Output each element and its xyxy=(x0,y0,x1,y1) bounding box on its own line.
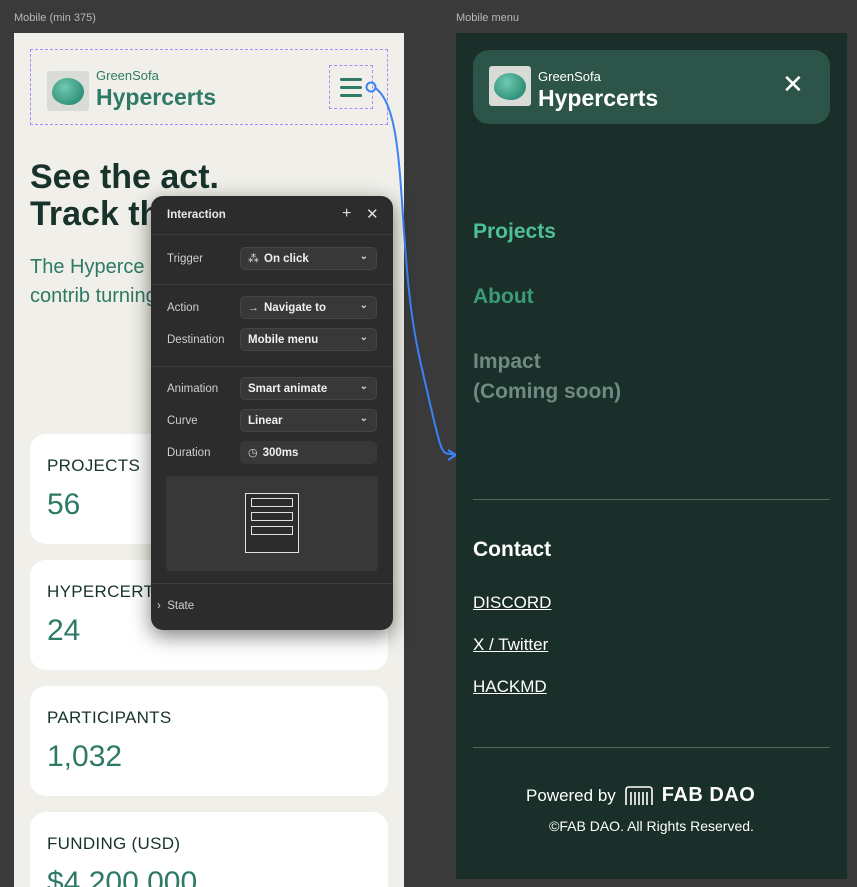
brand-small: GreenSofa xyxy=(96,68,159,83)
duration-input[interactable]: ◷ 300ms xyxy=(240,441,377,464)
brand: GreenSofa Hypercerts xyxy=(538,68,658,110)
brand-small: GreenSofa xyxy=(538,69,601,84)
divider xyxy=(473,747,830,748)
animation-select[interactable]: Smart animate ⌄ xyxy=(240,377,377,400)
chevron-down-icon: ⌄ xyxy=(359,413,368,424)
nav-link-projects[interactable]: Projects xyxy=(473,217,556,247)
panel-title: Interaction xyxy=(167,209,226,221)
animation-preview xyxy=(166,476,378,571)
click-icon: ⁂ xyxy=(248,253,259,265)
site-header[interactable]: GreenSofa Hypercerts xyxy=(30,49,388,125)
brand: GreenSofa Hypercerts xyxy=(96,67,216,109)
fab-dao-logo[interactable]: FAB DAO xyxy=(624,784,756,807)
duration-value: 300ms xyxy=(262,446,299,459)
fab-dao-name: FAB DAO xyxy=(661,784,756,806)
action-select[interactable]: → Navigate to ⌄ xyxy=(240,296,377,319)
contact-title: Contact xyxy=(473,538,552,561)
curve-value: Linear xyxy=(248,414,283,427)
divider xyxy=(473,499,830,500)
chevron-down-icon: ⌄ xyxy=(359,300,368,311)
plus-icon[interactable]: + xyxy=(342,205,351,223)
stat-label: HYPERCERT xyxy=(47,582,155,601)
action-value: Navigate to xyxy=(264,301,326,314)
brand-big: Hypercerts xyxy=(538,85,659,111)
trigger-label: Trigger xyxy=(167,253,203,265)
contact-link-twitter[interactable]: X / Twitter xyxy=(473,635,548,655)
frame-label-mobile-menu: Mobile menu xyxy=(456,12,519,24)
close-menu-icon[interactable]: ✕ xyxy=(782,70,804,100)
preview-phone-icon xyxy=(245,493,299,553)
hamburger-menu-button[interactable] xyxy=(329,65,373,109)
stat-card-funding: FUNDING (USD) $4,200,000 xyxy=(30,812,388,887)
powered-by: Powered by FAB DAO xyxy=(526,784,755,807)
chevron-down-icon: ⌄ xyxy=(359,381,368,392)
powered-by-label: Powered by xyxy=(526,785,616,805)
trigger-value: On click xyxy=(264,252,309,265)
stat-value: 24 xyxy=(47,614,81,647)
divider xyxy=(151,366,393,367)
stat-value: 1,032 xyxy=(47,740,123,773)
contact-link-discord[interactable]: DISCORD xyxy=(473,593,551,613)
logo-blob-icon xyxy=(494,72,526,100)
nav-link-about[interactable]: About xyxy=(473,282,534,312)
stat-label: FUNDING (USD) xyxy=(47,834,181,853)
nav-link-impact: Impact (Coming soon) xyxy=(473,350,622,403)
logo-blob-icon xyxy=(52,77,84,105)
curve-select[interactable]: Linear ⌄ xyxy=(240,409,377,432)
state-label: State xyxy=(167,600,195,612)
curve-label: Curve xyxy=(167,415,198,427)
hamburger-icon xyxy=(340,77,362,81)
divider xyxy=(151,234,393,235)
duration-label: Duration xyxy=(167,447,211,459)
interaction-panel[interactable]: Interaction + ✕ Trigger ⁂ On click ⌄ Act… xyxy=(151,196,393,630)
chevron-down-icon: ⌄ xyxy=(359,332,368,343)
logo xyxy=(47,71,89,111)
animation-value: Smart animate xyxy=(248,382,328,395)
stat-label: PARTICIPANTS xyxy=(47,708,172,727)
copyright: ©FAB DAO. All Rights Reserved. xyxy=(549,818,754,834)
divider xyxy=(151,284,393,285)
logo xyxy=(489,66,531,106)
contact-link-hackmd[interactable]: HACKMD xyxy=(473,677,547,697)
close-icon[interactable]: ✕ xyxy=(366,205,379,223)
trigger-select[interactable]: ⁂ On click ⌄ xyxy=(240,247,377,270)
fab-dao-icon xyxy=(624,785,653,805)
stat-card-participants: PARTICIPANTS 1,032 xyxy=(30,686,388,796)
mobile-menu-frame[interactable]: GreenSofa Hypercerts ✕ Projects About Im… xyxy=(456,33,847,879)
arrow-right-icon: → xyxy=(248,301,259,314)
chevron-down-icon: ⌄ xyxy=(359,251,368,262)
divider xyxy=(151,583,393,584)
menu-header: GreenSofa Hypercerts ✕ xyxy=(473,50,830,124)
timer-icon: ◷ xyxy=(248,447,258,459)
stat-value: $4,200,000 xyxy=(47,866,198,887)
state-section-toggle[interactable]: › State xyxy=(157,600,194,612)
stat-value: 56 xyxy=(47,488,81,521)
stat-label: PROJECTS xyxy=(47,456,141,475)
animation-label: Animation xyxy=(167,383,219,395)
destination-value: Mobile menu xyxy=(248,333,319,346)
frame-label-mobile: Mobile (min 375) xyxy=(14,12,96,24)
destination-label: Destination xyxy=(167,334,225,346)
action-label: Action xyxy=(167,302,199,314)
brand-big: Hypercerts xyxy=(96,84,217,110)
destination-select[interactable]: Mobile menu ⌄ xyxy=(240,328,377,351)
chevron-right-icon: › xyxy=(157,600,168,612)
